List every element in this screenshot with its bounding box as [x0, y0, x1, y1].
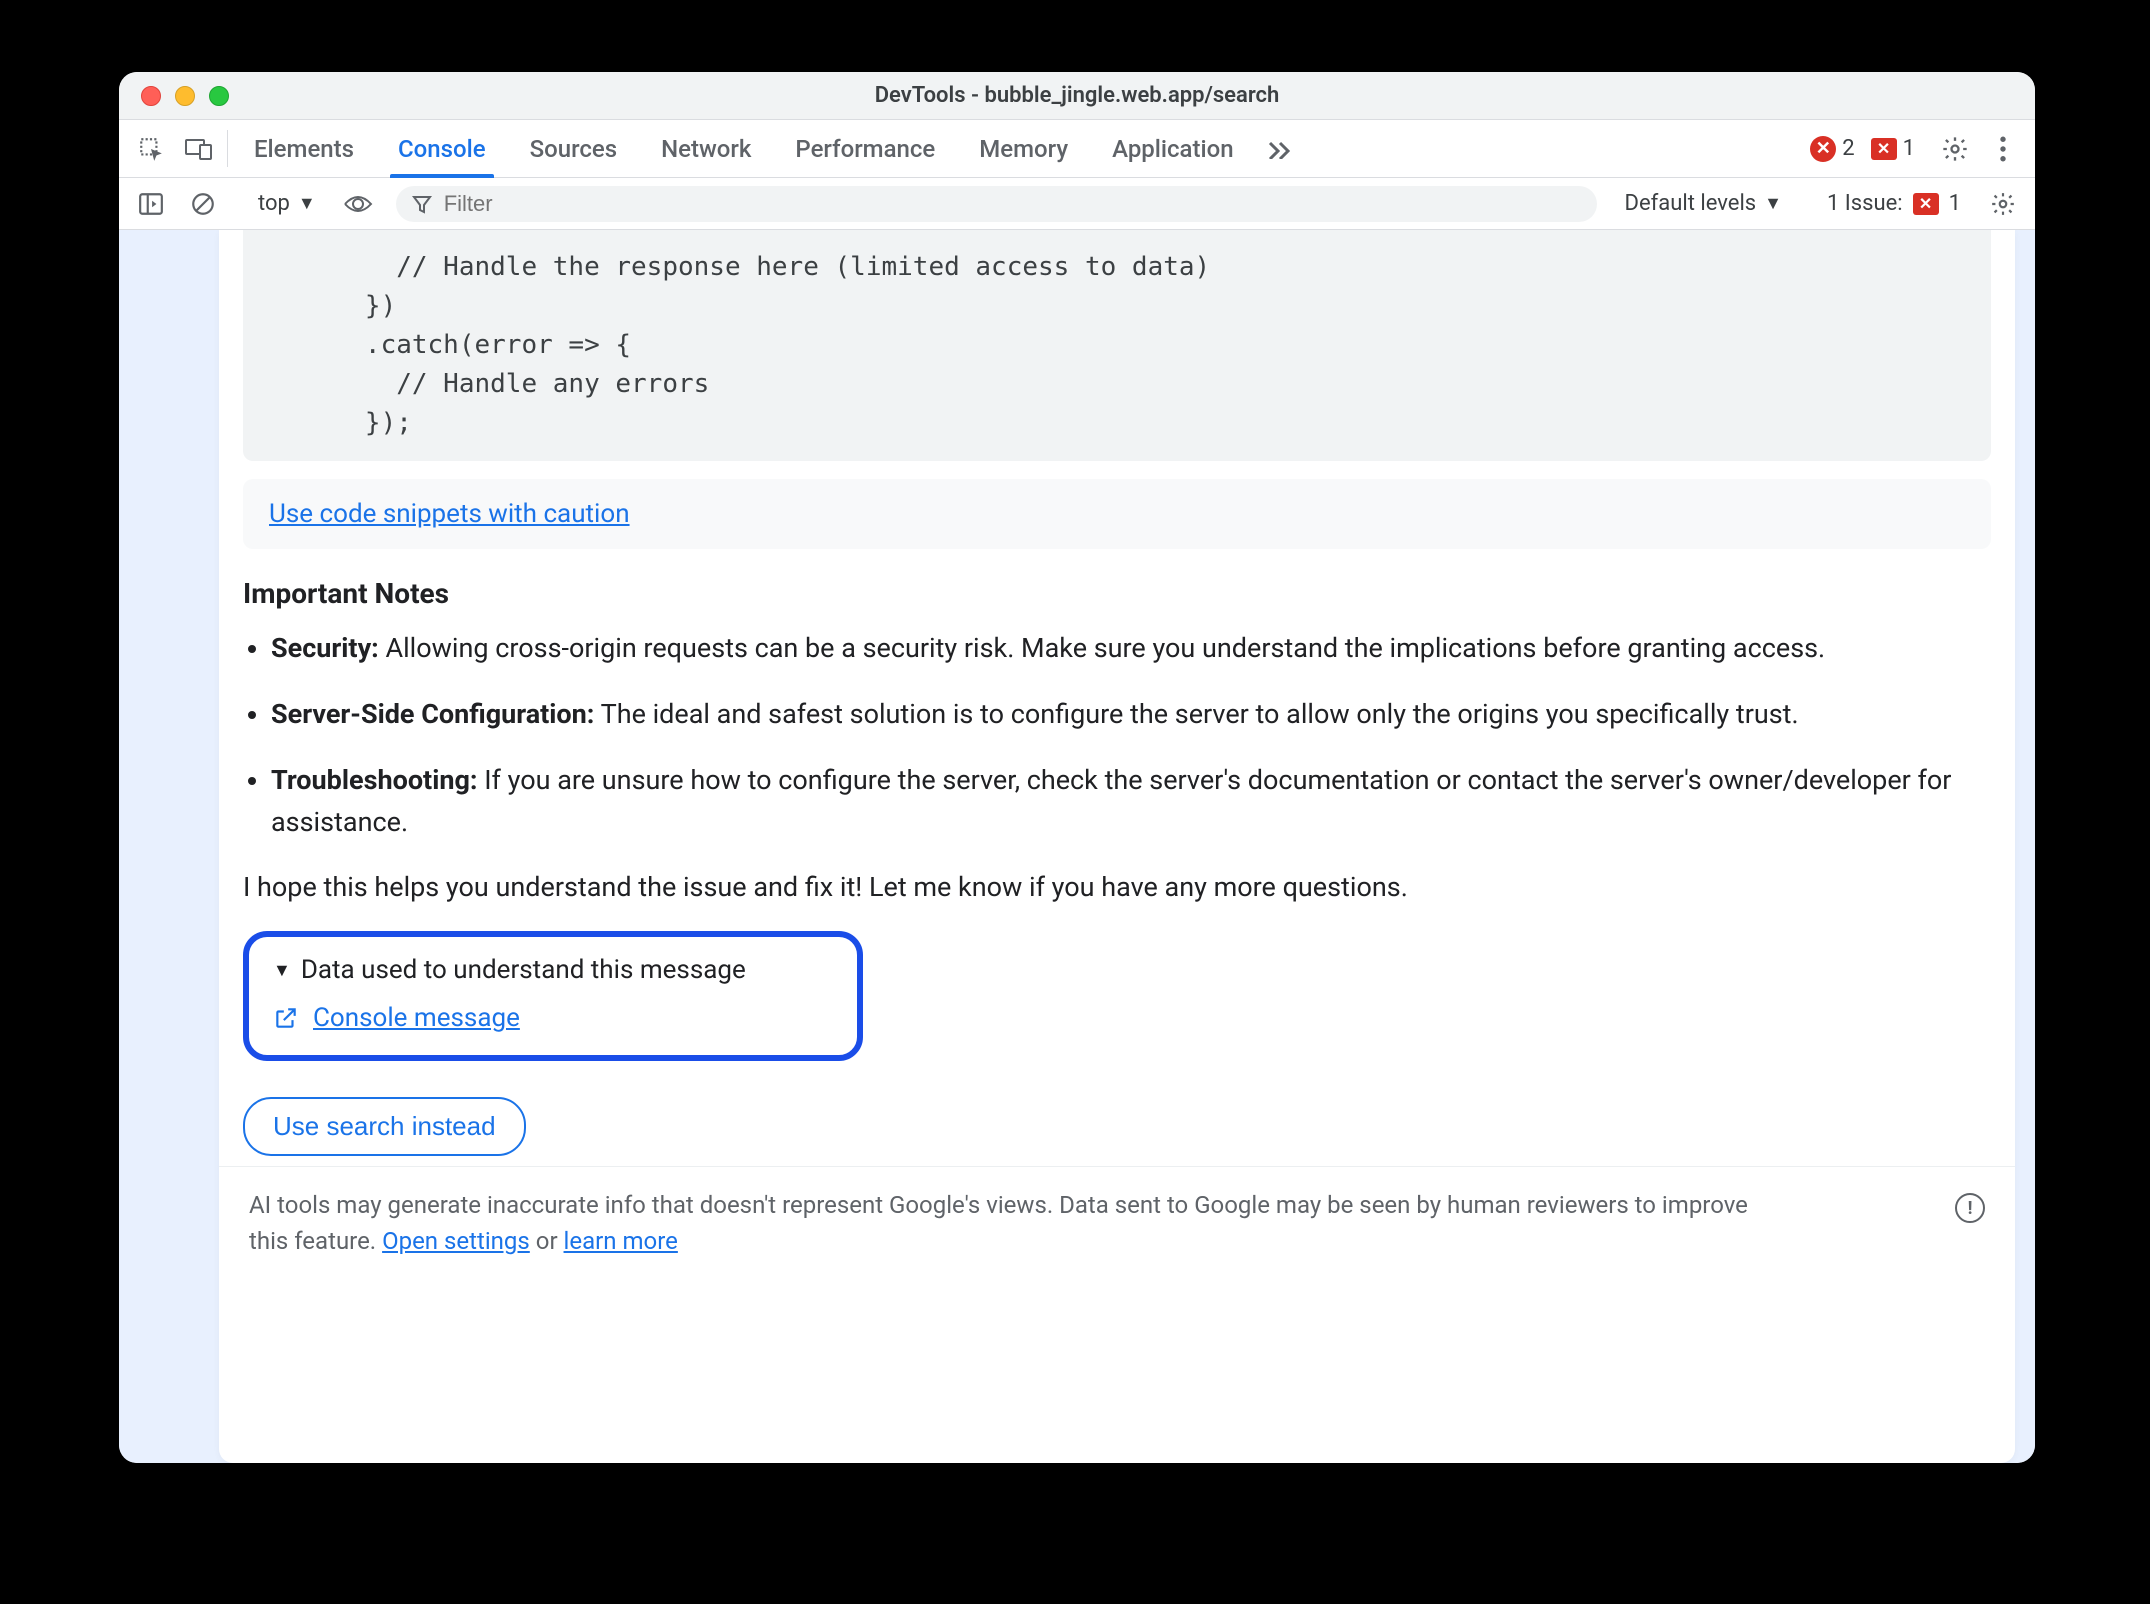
flag-count: 1	[1903, 136, 1915, 161]
issues-count: 1	[1949, 191, 1961, 216]
disclosure-link-row: Console message	[273, 1003, 833, 1033]
tab-application[interactable]: Application	[1090, 120, 1255, 177]
code-snippet: // Handle the response here (limited acc…	[243, 230, 1991, 461]
open-settings-link[interactable]: Open settings	[382, 1227, 530, 1255]
note-label: Security:	[271, 632, 379, 664]
flag-icon: ✕	[1871, 138, 1897, 160]
error-count: 2	[1842, 136, 1854, 161]
divider	[227, 130, 228, 167]
disclaimer-text: AI tools may generate inaccurate info th…	[249, 1187, 1769, 1259]
tab-label: Sources	[530, 135, 618, 163]
console-content: // Handle the response here (limited acc…	[119, 230, 2035, 1463]
tab-label: Performance	[795, 135, 935, 163]
chevron-down-icon: ▼	[1764, 193, 1782, 214]
disclaimer-mid: or	[530, 1227, 564, 1255]
note-text: The ideal and safest solution is to conf…	[594, 698, 1798, 730]
tab-label: Console	[398, 135, 486, 163]
devtools-window: DevTools - bubble_jingle.web.app/search …	[119, 72, 2035, 1463]
chevron-down-icon: ▼	[298, 193, 316, 214]
issue-flag-counter[interactable]: ✕ 1	[1871, 120, 1915, 177]
console-message-link[interactable]: Console message	[313, 1003, 520, 1033]
tab-label: Application	[1112, 135, 1233, 163]
issues-label: 1 Issue:	[1827, 191, 1903, 216]
live-expression-icon[interactable]	[334, 194, 382, 214]
window-title: DevTools - bubble_jingle.web.app/search	[119, 83, 2035, 108]
use-search-button[interactable]: Use search instead	[243, 1097, 526, 1156]
note-text: Allowing cross-origin requests can be a …	[379, 632, 1825, 664]
log-levels-selector[interactable]: Default levels ▼	[1611, 191, 1796, 216]
main-tabbar: Elements Console Sources Network Perform…	[119, 120, 2035, 178]
section-heading: Important Notes	[243, 577, 1991, 610]
settings-icon[interactable]	[1931, 120, 1979, 177]
clear-console-icon[interactable]	[179, 191, 227, 217]
note-text: If you are unsure how to configure the s…	[271, 764, 1951, 838]
closing-text: I hope this helps you understand the iss…	[243, 871, 1991, 903]
context-label: top	[258, 191, 290, 216]
tab-network[interactable]: Network	[639, 120, 773, 177]
tab-label: Memory	[979, 135, 1068, 163]
data-disclosure-box: ▼ Data used to understand this message C…	[243, 931, 863, 1061]
levels-label: Default levels	[1625, 191, 1757, 216]
caution-callout: Use code snippets with caution	[243, 479, 1991, 549]
sidebar-toggle-icon[interactable]	[127, 192, 175, 216]
console-toolbar: top ▼ Default levels ▼ 1 Issue: ✕ 1	[119, 178, 2035, 230]
caution-link[interactable]: Use code snippets with caution	[269, 499, 630, 529]
learn-more-link[interactable]: learn more	[564, 1227, 678, 1255]
list-item: Server-Side Configuration: The ideal and…	[271, 694, 1991, 736]
open-external-icon	[273, 1005, 299, 1031]
tab-label: Elements	[254, 135, 354, 163]
tab-memory[interactable]: Memory	[957, 120, 1090, 177]
ai-disclaimer-footer: AI tools may generate inaccurate info th…	[219, 1166, 2015, 1285]
device-toolbar-icon[interactable]	[175, 120, 223, 177]
note-label: Server-Side Configuration:	[271, 698, 594, 730]
tab-console[interactable]: Console	[376, 120, 508, 177]
error-icon: ✕	[1810, 136, 1836, 162]
tab-performance[interactable]: Performance	[773, 120, 957, 177]
tab-elements[interactable]: Elements	[232, 120, 376, 177]
titlebar: DevTools - bubble_jingle.web.app/search	[119, 72, 2035, 120]
tab-label: Network	[661, 135, 751, 163]
notes-list: Security: Allowing cross-origin requests…	[271, 628, 1991, 843]
info-icon[interactable]: !	[1955, 1193, 1985, 1223]
disclosure-summary: Data used to understand this message	[301, 955, 746, 985]
filter-input[interactable]	[444, 191, 1581, 217]
console-settings-icon[interactable]	[1979, 191, 2027, 217]
kebab-menu-icon[interactable]	[1979, 120, 2027, 177]
issues-indicator[interactable]: 1 Issue: ✕ 1	[1813, 191, 1975, 216]
more-tabs-icon[interactable]	[1256, 120, 1304, 177]
note-label: Troubleshooting:	[271, 764, 478, 796]
flag-icon: ✕	[1913, 193, 1939, 215]
triangle-down-icon: ▼	[273, 960, 291, 981]
list-item: Security: Allowing cross-origin requests…	[271, 628, 1991, 670]
context-selector[interactable]: top ▼	[244, 191, 330, 216]
error-counter[interactable]: ✕ 2	[1810, 120, 1854, 177]
inspect-element-icon[interactable]	[127, 120, 175, 177]
tab-sources[interactable]: Sources	[508, 120, 640, 177]
list-item: Troubleshooting: If you are unsure how t…	[271, 760, 1991, 844]
disclosure-toggle[interactable]: ▼ Data used to understand this message	[273, 955, 833, 985]
filter-icon	[412, 194, 432, 214]
filter-input-wrapper[interactable]	[396, 186, 1597, 222]
ai-insight-panel: // Handle the response here (limited acc…	[219, 230, 2015, 1463]
